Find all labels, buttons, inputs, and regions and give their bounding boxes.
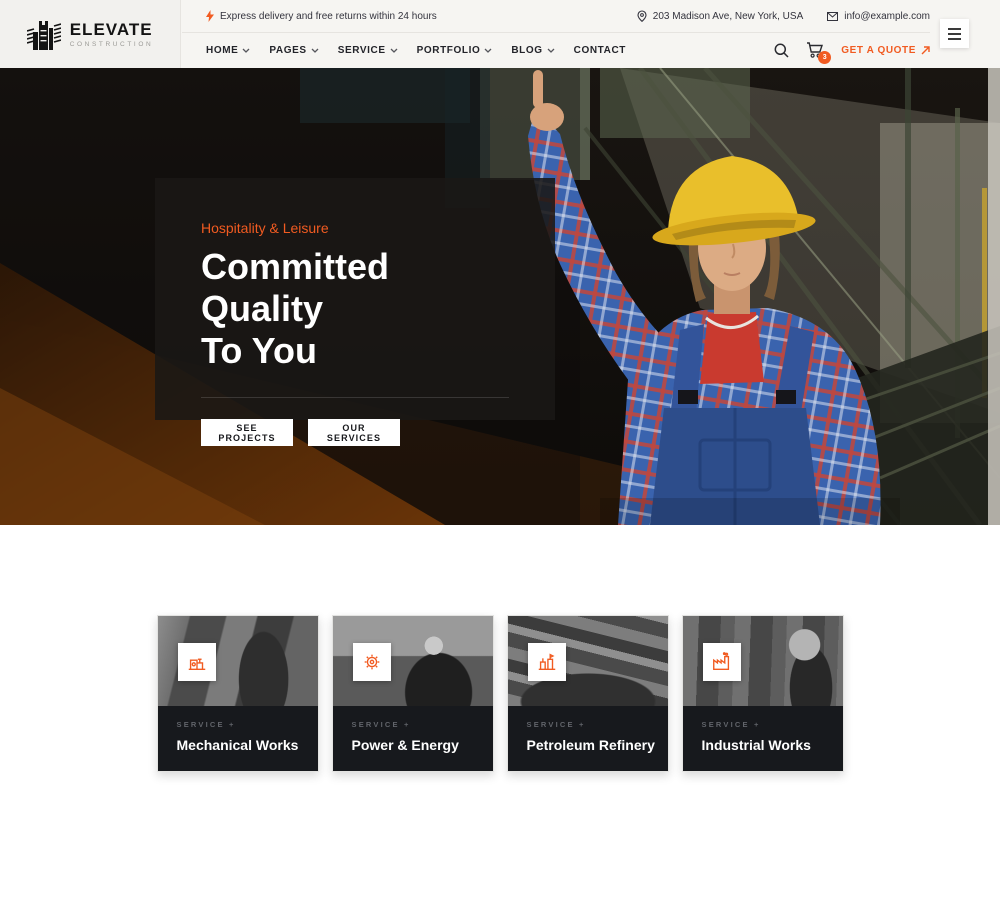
promo-message: Express delivery and free returns within… (206, 10, 437, 22)
location-pin-icon (637, 10, 647, 22)
main-nav: HOME PAGES SERVICE PORTFOLIO BLOG (206, 45, 626, 56)
chevron-down-icon (547, 48, 555, 53)
promo-text: Express delivery and free returns within… (220, 11, 437, 22)
services-section: SERVICE + Mechanical Works SERVICE + Pow… (0, 615, 1000, 772)
menu-icon (948, 28, 961, 30)
service-card-mechanical-works[interactable]: SERVICE + Mechanical Works (157, 615, 319, 772)
service-card-petroleum-refinery[interactable]: SERVICE + Petroleum Refinery (507, 615, 669, 772)
nav-item-home[interactable]: HOME (206, 45, 250, 56)
site-header: ELEVATE CONSTRUCTION Express delivery an… (0, 0, 1000, 68)
nav-item-pages[interactable]: PAGES (269, 45, 318, 56)
factory-icon (711, 651, 733, 673)
nav-item-portfolio[interactable]: PORTFOLIO (417, 45, 493, 56)
card-body: SERVICE + Industrial Works (683, 706, 843, 771)
address-text: 203 Madison Ave, New York, USA (653, 11, 803, 22)
chevron-down-icon (484, 48, 492, 53)
refinery-icon (536, 651, 558, 673)
card-tag: SERVICE + (177, 720, 299, 729)
email[interactable]: info@example.com (827, 11, 930, 22)
topbar-contacts: 203 Madison Ave, New York, USA info@exam… (637, 10, 930, 22)
card-title: Power & Energy (352, 737, 474, 753)
address: 203 Madison Ave, New York, USA (637, 10, 803, 22)
menu-button[interactable] (940, 19, 969, 48)
logo-icon (27, 16, 61, 52)
search-icon (774, 43, 789, 58)
service-card-industrial-works[interactable]: SERVICE + Industrial Works (682, 615, 844, 772)
cart-button[interactable]: 3 (806, 42, 824, 58)
search-button[interactable] (774, 43, 789, 58)
card-tag: SERVICE + (702, 720, 824, 729)
nav-item-service[interactable]: SERVICE (338, 45, 398, 56)
hero-divider (201, 397, 509, 398)
machinery-icon (186, 651, 208, 673)
nav-item-contact[interactable]: CONTACT (574, 45, 626, 56)
hero-section: Hospitality & Leisure Committed Quality … (0, 68, 1000, 525)
gear-icon (361, 651, 383, 673)
cart-count-badge: 3 (818, 51, 831, 64)
card-body: SERVICE + Power & Energy (333, 706, 493, 771)
hero-buttons: SEE PROJECTS OUR SERVICES (201, 419, 509, 446)
card-icon-box (178, 643, 216, 681)
chevron-down-icon (390, 48, 398, 53)
chevron-down-icon (242, 48, 250, 53)
card-tag: SERVICE + (352, 720, 474, 729)
logo[interactable]: ELEVATE CONSTRUCTION (0, 0, 181, 68)
card-icon-box (703, 643, 741, 681)
our-services-button[interactable]: OUR SERVICES (308, 419, 400, 446)
email-text: info@example.com (844, 11, 930, 22)
nav-actions: 3 GET A QUOTE (774, 42, 930, 58)
nav-item-blog[interactable]: BLOG (511, 45, 554, 56)
mail-icon (827, 12, 838, 21)
header-right: Express delivery and free returns within… (182, 0, 930, 68)
get-a-quote-link[interactable]: GET A QUOTE (841, 45, 930, 56)
service-card-power-energy[interactable]: SERVICE + Power & Energy (332, 615, 494, 772)
card-body: SERVICE + Mechanical Works (158, 706, 318, 771)
card-title: Petroleum Refinery (527, 737, 649, 753)
hero-kicker: Hospitality & Leisure (201, 220, 509, 236)
card-title: Industrial Works (702, 737, 824, 753)
card-tag: SERVICE + (527, 720, 649, 729)
card-title: Mechanical Works (177, 737, 299, 753)
hero-title: Committed Quality To You (201, 246, 509, 372)
see-projects-button[interactable]: SEE PROJECTS (201, 419, 293, 446)
hero-content-panel: Hospitality & Leisure Committed Quality … (155, 178, 555, 420)
card-icon-box (353, 643, 391, 681)
card-body: SERVICE + Petroleum Refinery (508, 706, 668, 771)
arrow-up-right-icon (921, 46, 930, 55)
chevron-down-icon (311, 48, 319, 53)
brand-tagline: CONSTRUCTION (70, 41, 154, 48)
nav-row: HOME PAGES SERVICE PORTFOLIO BLOG (182, 33, 930, 67)
brand-name: ELEVATE (70, 21, 154, 38)
lightning-icon (206, 10, 214, 22)
topbar: Express delivery and free returns within… (182, 0, 930, 33)
card-icon-box (528, 643, 566, 681)
